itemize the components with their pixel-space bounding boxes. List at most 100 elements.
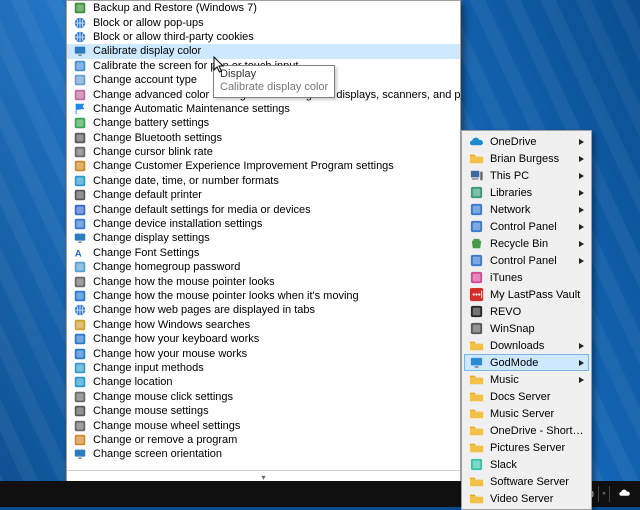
flyout-item-label: GodMode: [490, 357, 571, 369]
slack-icon: [468, 457, 484, 473]
keyboard-icon: [73, 145, 87, 159]
flyout-item[interactable]: Slack: [464, 456, 589, 473]
godmode-item[interactable]: Change how web pages are displayed in ta…: [67, 303, 460, 317]
godmode-item[interactable]: Change default printer: [67, 188, 460, 202]
lastpass-icon: [468, 287, 484, 303]
godmode-item[interactable]: Change or remove a program: [67, 433, 460, 447]
flyout-item[interactable]: Video Server: [464, 490, 589, 507]
godmode-item[interactable]: Change default settings for media or dev…: [67, 202, 460, 216]
flyout-item-label: Brian Burgess: [490, 153, 571, 165]
submenu-arrow-icon: [579, 258, 585, 264]
mouse-icon: [73, 419, 87, 433]
godmode-item[interactable]: Change date, time, or number formats: [67, 174, 460, 188]
flyout-item[interactable]: This PC: [464, 167, 589, 184]
submenu-arrow-icon: [579, 377, 585, 383]
flyout-item[interactable]: Network: [464, 201, 589, 218]
flyout-item[interactable]: OneDrive: [464, 133, 589, 150]
godmode-item[interactable]: AChange Font Settings: [67, 246, 460, 260]
godmode-item[interactable]: Change display settings: [67, 231, 460, 245]
libraries-icon: [468, 185, 484, 201]
godmode-item[interactable]: Change how your keyboard works: [67, 332, 460, 346]
user-folder-icon: [468, 151, 484, 167]
godmode-item[interactable]: Change Bluetooth settings: [67, 131, 460, 145]
lang-icon: [73, 361, 87, 375]
godmode-item[interactable]: Change how the mouse pointer looks when …: [67, 289, 460, 303]
system-icon: [73, 217, 87, 231]
godmode-item[interactable]: Backup and Restore (Windows 7): [67, 1, 460, 15]
winsnap-icon: [468, 321, 484, 337]
flyout-item[interactable]: Music Server: [464, 405, 589, 422]
godmode-item[interactable]: Change Customer Experience Improvement P…: [67, 159, 460, 173]
flyout-item-label: Software Server: [490, 476, 585, 488]
flyout-item[interactable]: Brian Burgess: [464, 150, 589, 167]
godmode-item-label: Change location: [93, 376, 173, 388]
godmode-icon: [468, 355, 484, 371]
flyout-item[interactable]: Software Server: [464, 473, 589, 490]
flyout-item[interactable]: Recycle Bin: [464, 235, 589, 252]
godmode-item[interactable]: Change cursor blink rate: [67, 145, 460, 159]
flyout-item[interactable]: Libraries: [464, 184, 589, 201]
flyout-item-label: My LastPass Vault: [490, 289, 585, 301]
godmode-item-label: Change Customer Experience Improvement P…: [93, 160, 394, 172]
homegroup-icon: [73, 260, 87, 274]
flag-icon: [73, 102, 87, 116]
flyout-item[interactable]: Downloads: [464, 337, 589, 354]
godmode-item[interactable]: Change location: [67, 375, 460, 389]
display-icon: [73, 44, 87, 58]
godmode-item[interactable]: Change homegroup password: [67, 260, 460, 274]
globe-icon: [73, 16, 87, 30]
flyout-item[interactable]: iTunes: [464, 269, 589, 286]
godmode-item-label: Change mouse settings: [93, 405, 209, 417]
autoplay-icon: [73, 203, 87, 217]
godmode-item[interactable]: Change input methods: [67, 361, 460, 375]
flyout-item[interactable]: Control Panel: [464, 252, 589, 269]
backup-icon: [73, 1, 87, 15]
flyout-item[interactable]: OneDrive - Shortcut: [464, 422, 589, 439]
godmode-item[interactable]: Change device installation settings: [67, 217, 460, 231]
globe-icon: [73, 303, 87, 317]
godmode-item-label: Change how your mouse works: [93, 348, 247, 360]
flyout-item[interactable]: GodMode: [464, 354, 589, 371]
godmode-item[interactable]: Change battery settings: [67, 116, 460, 130]
flyout-item[interactable]: Music: [464, 371, 589, 388]
folder-icon: [468, 440, 484, 456]
flyout-item[interactable]: Pictures Server: [464, 439, 589, 456]
users-icon: [73, 73, 87, 87]
itunes-icon: [468, 270, 484, 286]
onedrive-tray-icon[interactable]: [618, 487, 632, 501]
submenu-arrow-icon: [579, 343, 585, 349]
godmode-item[interactable]: Block or allow pop-ups: [67, 15, 460, 29]
godmode-item[interactable]: Change how the mouse pointer looks: [67, 274, 460, 288]
desktop-toolbar-flyout: OneDrive Brian Burgess This PCLibrariesNet…: [461, 130, 592, 510]
godmode-item-label: Change Automatic Maintenance settings: [93, 103, 290, 115]
globe-icon: [73, 30, 87, 44]
flyout-list[interactable]: OneDrive Brian Burgess This PCLibrariesNet…: [464, 133, 589, 507]
flyout-item[interactable]: REVO: [464, 303, 589, 320]
godmode-item[interactable]: Change screen orientation: [67, 447, 460, 461]
submenu-arrow-icon: [579, 360, 585, 366]
godmode-item[interactable]: Change how Windows searches: [67, 318, 460, 332]
godmode-item[interactable]: Change Automatic Maintenance settings: [67, 102, 460, 116]
godmode-item[interactable]: Change mouse click settings: [67, 390, 460, 404]
onedrive-icon: [468, 134, 484, 150]
godmode-item[interactable]: Change how your mouse works: [67, 346, 460, 360]
flyout-item-label: WinSnap: [490, 323, 585, 335]
godmode-item-label: Block or allow pop-ups: [93, 17, 204, 29]
flyout-item-label: Music Server: [490, 408, 585, 420]
godmode-item[interactable]: Calibrate display color: [67, 44, 460, 58]
toolbar-chevron-icon[interactable]: »: [598, 486, 610, 502]
flyout-item-label: Recycle Bin: [490, 238, 571, 250]
flyout-item[interactable]: My LastPass Vault: [464, 286, 589, 303]
flyout-item[interactable]: Control Panel: [464, 218, 589, 235]
godmode-item[interactable]: Change mouse settings: [67, 404, 460, 418]
folder-icon: [468, 338, 484, 354]
flyout-item-label: REVO: [490, 306, 585, 318]
flyout-item[interactable]: Docs Server: [464, 388, 589, 405]
font-icon: A: [73, 246, 87, 260]
godmode-item[interactable]: Change mouse wheel settings: [67, 418, 460, 432]
flyout-item-label: Slack: [490, 459, 585, 471]
godmode-item[interactable]: Block or allow third-party cookies: [67, 30, 460, 44]
flyout-item[interactable]: WinSnap: [464, 320, 589, 337]
godmode-item-label: Backup and Restore (Windows 7): [93, 2, 257, 14]
ease-icon: [73, 347, 87, 361]
